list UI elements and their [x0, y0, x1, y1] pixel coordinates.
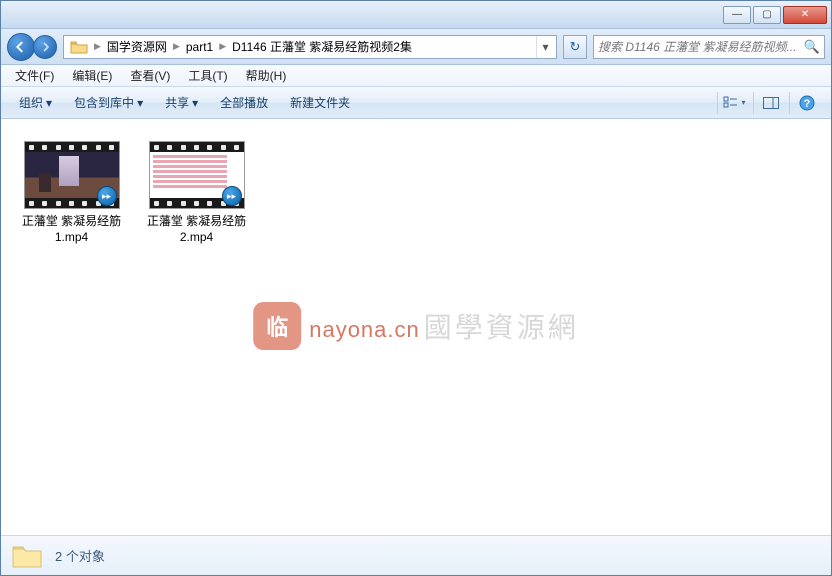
address-dropdown[interactable]: ▾ — [536, 36, 554, 58]
menu-tools[interactable]: 工具(T) — [180, 65, 235, 86]
minimize-button[interactable]: — — [723, 6, 751, 24]
search-input[interactable] — [598, 40, 800, 54]
maximize-button[interactable]: ▢ — [753, 6, 781, 24]
video-thumbnail: ▸▸ — [149, 141, 245, 209]
pane-icon — [763, 97, 779, 109]
status-bar: 2 个对象 — [1, 535, 831, 575]
help-icon: ? — [799, 95, 815, 111]
watermark-logo-icon: 临 — [253, 302, 301, 350]
share-button[interactable]: 共享 ▾ — [155, 91, 208, 114]
window-controls: — ▢ ✕ — [721, 6, 827, 24]
refresh-button[interactable]: ↻ — [563, 35, 587, 59]
status-count: 2 个对象 — [55, 546, 105, 565]
nav-bar: ▶ 国学资源网 ▶ part1 ▶ D1146 正藩堂 紫凝易经筋视频2集 ▾ … — [1, 29, 831, 65]
chevron-down-icon: ▾ — [137, 96, 143, 110]
explorer-window: — ▢ ✕ ▶ 国学资源网 ▶ part1 ▶ D1146 正藩堂 紫凝易 — [0, 0, 832, 576]
folder-icon — [11, 542, 43, 570]
file-item[interactable]: ▸▸ 正藩堂 紫凝易经筋2.mp4 — [144, 141, 249, 245]
menu-view[interactable]: 查看(V) — [122, 65, 178, 86]
chevron-right-icon: ▶ — [92, 41, 103, 52]
breadcrumb-item[interactable]: 国学资源网 — [103, 38, 171, 55]
organize-button[interactable]: 组织 ▾ — [9, 91, 62, 114]
play-icon: ▸▸ — [222, 186, 242, 206]
menu-help[interactable]: 帮助(H) — [238, 65, 295, 86]
chevron-down-icon: ▾ — [46, 96, 52, 110]
menu-bar: 文件(F) 编辑(E) 查看(V) 工具(T) 帮助(H) — [1, 65, 831, 87]
chevron-right-icon: ▶ — [171, 41, 182, 52]
file-item[interactable]: ▸▸ 正藩堂 紫凝易经筋1.mp4 — [19, 141, 124, 245]
forward-button[interactable] — [33, 35, 57, 59]
chevron-down-icon: ▾ — [741, 98, 745, 107]
help-button[interactable]: ? — [789, 92, 823, 114]
preview-pane-button[interactable] — [753, 92, 787, 114]
playall-button[interactable]: 全部播放 — [210, 91, 278, 114]
chevron-right-icon: ▶ — [217, 41, 228, 52]
address-bar[interactable]: ▶ 国学资源网 ▶ part1 ▶ D1146 正藩堂 紫凝易经筋视频2集 ▾ — [63, 35, 557, 59]
file-name: 正藩堂 紫凝易经筋2.mp4 — [144, 213, 249, 245]
svg-text:?: ? — [803, 98, 810, 110]
titlebar: — ▢ ✕ — [1, 1, 831, 29]
file-list: ▸▸ 正藩堂 紫凝易经筋1.mp4 ▸▸ 正藩堂 紫凝易经筋2.mp4 临 na… — [1, 119, 831, 535]
toolbar: 组织 ▾ 包含到库中 ▾ 共享 ▾ 全部播放 新建文件夹 ▾ ? — [1, 87, 831, 119]
refresh-icon: ↻ — [570, 39, 581, 55]
newfolder-button[interactable]: 新建文件夹 — [280, 91, 360, 114]
breadcrumb: ▶ 国学资源网 ▶ part1 ▶ D1146 正藩堂 紫凝易经筋视频2集 — [92, 38, 536, 55]
video-thumbnail: ▸▸ — [24, 141, 120, 209]
close-button[interactable]: ✕ — [783, 6, 827, 24]
breadcrumb-item[interactable]: D1146 正藩堂 紫凝易经筋视频2集 — [228, 38, 416, 55]
search-icon: 🔍 — [804, 39, 820, 55]
watermark-cn: 國學資源網 — [424, 306, 579, 346]
forward-arrow-icon — [40, 42, 50, 52]
view-options-button[interactable]: ▾ — [717, 92, 751, 114]
include-library-button[interactable]: 包含到库中 ▾ — [64, 91, 153, 114]
play-icon: ▸▸ — [97, 186, 117, 206]
nav-buttons — [7, 33, 57, 61]
file-name: 正藩堂 紫凝易经筋1.mp4 — [19, 213, 124, 245]
folder-icon — [70, 39, 88, 55]
watermark-domain: nayona.cn — [309, 317, 420, 343]
search-box[interactable]: 🔍 — [593, 35, 825, 59]
view-icon — [723, 96, 739, 110]
menu-edit[interactable]: 编辑(E) — [64, 65, 120, 86]
watermark: 临 nayona.cn 國學資源網 — [253, 302, 579, 350]
back-arrow-icon — [15, 41, 27, 53]
back-button[interactable] — [7, 33, 35, 61]
breadcrumb-item[interactable]: part1 — [182, 40, 217, 54]
chevron-down-icon: ▾ — [192, 96, 198, 110]
menu-file[interactable]: 文件(F) — [7, 65, 62, 86]
